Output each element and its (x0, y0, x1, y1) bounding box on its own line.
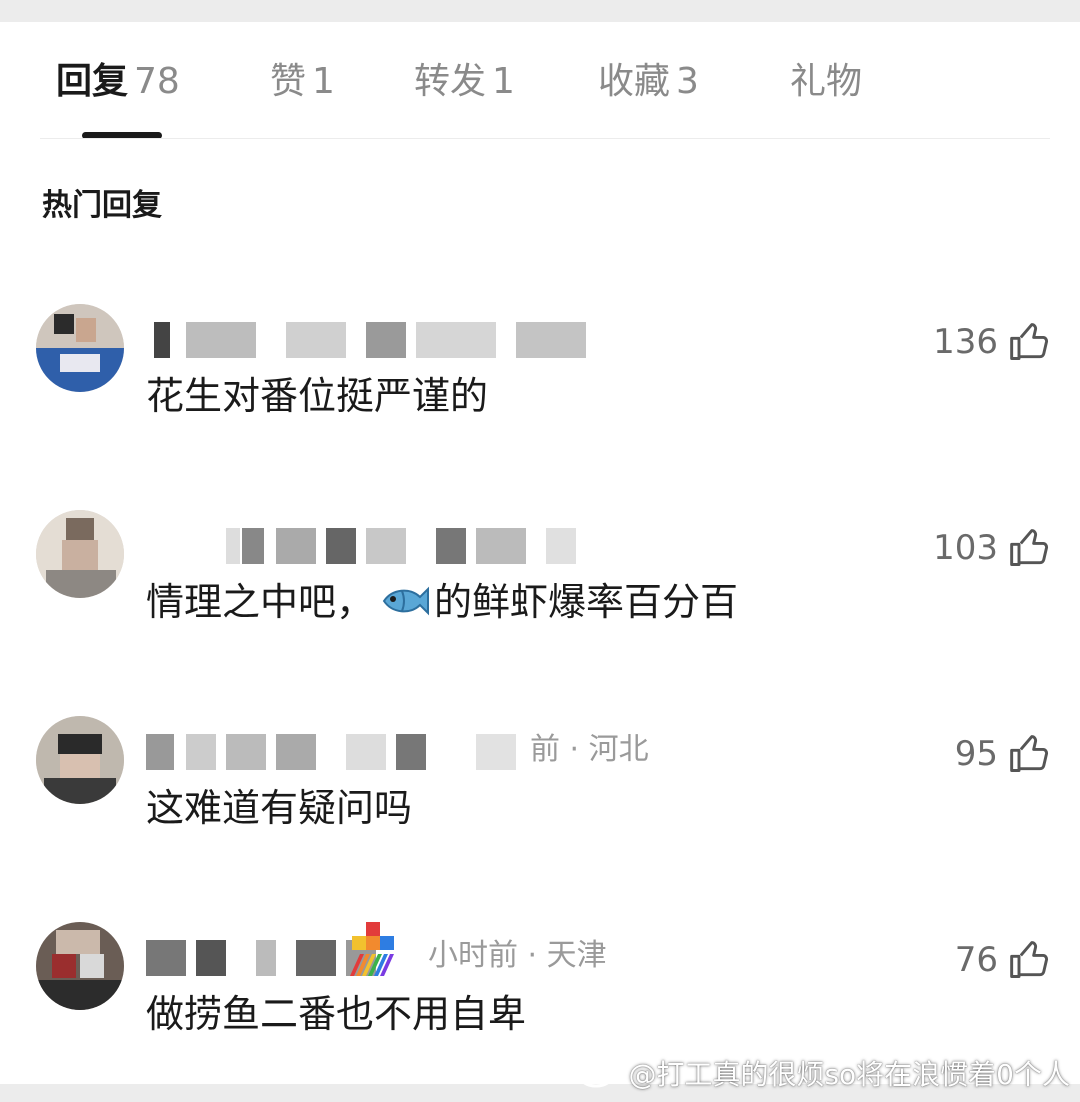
time-location: 小时前 · 天津 (428, 938, 607, 973)
username-mosaic (146, 322, 606, 358)
comment-item: 花生对番位挺严谨的 136 (0, 304, 1080, 484)
tab-label: 收藏 (598, 61, 671, 102)
comment-text: 做捞鱼二番也不用自卑 (146, 992, 527, 1036)
like-count: 76 (954, 940, 998, 980)
avatar[interactable] (36, 304, 124, 392)
tab-bar: 回复 78 赞1 转发 1 收藏 3 礼物 (0, 22, 1080, 140)
badge-icon (350, 922, 394, 976)
username-mosaic (146, 940, 446, 976)
comment-meta (146, 522, 766, 566)
like-count: 136 (933, 322, 998, 362)
comment-text: 花生对番位挺严谨的 (146, 374, 489, 418)
watermark-text: @打工真的很烦so将在浪惯着0个人 (628, 1058, 1070, 1091)
thumbs-up-icon (1010, 735, 1049, 772)
thumbs-up-icon (1010, 323, 1049, 360)
section-title: 热门回复 (42, 188, 162, 223)
tab-count: 1 (492, 61, 515, 102)
comment-meta: 前 · 河北 (146, 728, 766, 772)
weibo-watermark: @打工真的很烦so将在浪惯着0个人 (578, 1053, 1070, 1093)
tab-count: 1 (312, 61, 335, 102)
like-button[interactable]: 136 (933, 318, 1052, 366)
tab-count: 3 (676, 61, 699, 102)
comment-text-part: 情理之中吧， (146, 580, 375, 624)
thumbs-up-icon (1010, 941, 1049, 978)
comment-item: 前 · 河北 这难道有疑问吗 95 (0, 716, 1080, 896)
avatar[interactable] (36, 716, 124, 804)
tab-favorites[interactable]: 收藏 3 (598, 60, 699, 104)
tab-gifts[interactable]: 礼物 (790, 60, 862, 104)
like-count: 103 (933, 528, 998, 568)
comment-item: 情理之中吧， 的鲜虾爆率百分百 103 (0, 510, 1080, 690)
like-button[interactable]: 95 (955, 730, 1052, 778)
thumbs-up-icon (1010, 529, 1049, 566)
avatar[interactable] (36, 510, 124, 598)
tab-label: 回复 (56, 61, 129, 102)
username-mosaic (146, 528, 606, 564)
like-button[interactable]: 103 (933, 524, 1052, 572)
tab-count: 78 (134, 61, 180, 102)
comment-meta (146, 316, 766, 360)
comments-panel: 回复 78 赞1 转发 1 收藏 3 礼物 热门回复 花生对番位挺严谨的 136… (0, 22, 1080, 1084)
comment-text: 这难道有疑问吗 (146, 786, 413, 830)
fish-emoji-icon (382, 586, 430, 616)
tab-divider (40, 138, 1050, 139)
tab-likes[interactable]: 赞1 (270, 60, 335, 104)
avatar[interactable] (36, 922, 124, 1010)
username-mosaic (146, 734, 526, 770)
comment-text-part: 的鲜虾爆率百分百 (434, 580, 739, 624)
tab-label: 礼物 (790, 61, 863, 102)
tab-reposts[interactable]: 转发 1 (414, 60, 515, 104)
tab-replies[interactable]: 回复 78 (56, 60, 180, 104)
like-count: 95 (954, 734, 998, 774)
time-location: 前 · 河北 (530, 732, 649, 767)
tab-label: 赞 (270, 61, 307, 102)
weibo-logo-icon (578, 1060, 621, 1088)
comment-meta: 小时前 · 天津 (146, 922, 766, 978)
like-button[interactable]: 76 (955, 936, 1052, 984)
tab-label: 转发 (414, 61, 487, 102)
comment-text: 情理之中吧， 的鲜虾爆率百分百 (146, 572, 738, 632)
